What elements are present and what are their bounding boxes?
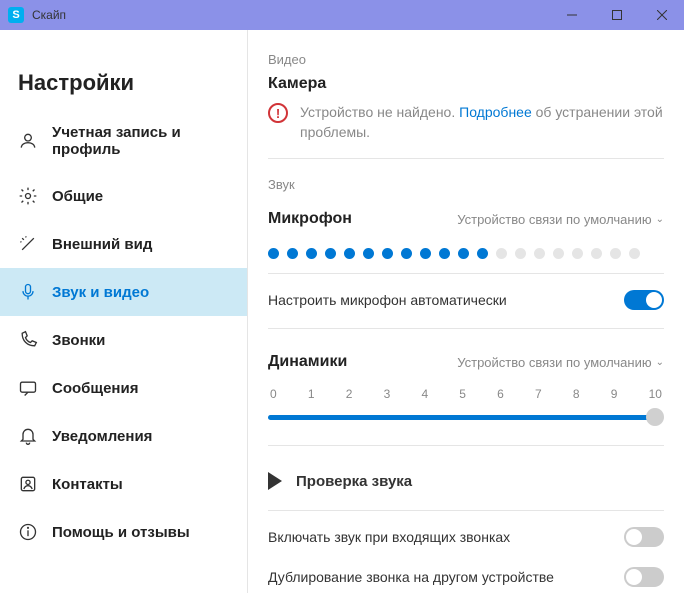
sidebar-item-help[interactable]: Помощь и отзывы [0, 508, 247, 556]
bell-icon [18, 426, 38, 446]
level-dot [363, 248, 374, 259]
main-content: Видео Камера ! Устройство не найдено. По… [248, 30, 684, 593]
speakers-device-select[interactable]: Устройство связи по умолчанию ⌄ [457, 355, 664, 370]
slider-tick: 10 [649, 387, 662, 401]
sidebar-item-calling[interactable]: Звонки [0, 316, 247, 364]
divider [268, 510, 664, 511]
level-dot [610, 248, 621, 259]
level-dot [534, 248, 545, 259]
level-dot [591, 248, 602, 259]
sidebar-item-label: Учетная запись и профиль [52, 124, 229, 158]
level-dot [477, 248, 488, 259]
error-text-pre: Устройство не найдено. [300, 104, 459, 120]
slider-tick: 6 [497, 387, 504, 401]
close-button[interactable] [639, 0, 684, 30]
camera-error-text: Устройство не найдено. Подробнее об устр… [300, 103, 664, 142]
speaker-volume-control: 0 1 2 3 4 5 6 7 8 9 10 [268, 381, 664, 446]
slider-tick: 3 [384, 387, 391, 401]
person-icon [18, 131, 38, 151]
sidebar-item-account[interactable]: Учетная запись и профиль [0, 110, 247, 172]
sidebar-item-messaging[interactable]: Сообщения [0, 364, 247, 412]
slider-tick: 8 [573, 387, 580, 401]
level-dot [306, 248, 317, 259]
level-dot [382, 248, 393, 259]
sidebar-item-general[interactable]: Общие [0, 172, 247, 220]
speaker-volume-slider[interactable] [268, 407, 664, 427]
level-dot [629, 248, 640, 259]
slider-tick: 4 [421, 387, 428, 401]
microphone-level-meter [268, 238, 664, 274]
sidebar-item-notifications[interactable]: Уведомления [0, 412, 247, 460]
window-title: Скайп [32, 8, 549, 22]
contacts-icon [18, 474, 38, 494]
level-dot [287, 248, 298, 259]
slider-tick: 7 [535, 387, 542, 401]
learn-more-link[interactable]: Подробнее [459, 104, 532, 120]
ring-other-device-toggle[interactable] [624, 567, 664, 587]
microphone-title: Микрофон [268, 210, 352, 228]
sidebar-item-label: Уведомления [52, 428, 152, 445]
level-dot [344, 248, 355, 259]
phone-icon [18, 330, 38, 350]
chevron-down-icon: ⌄ [656, 214, 664, 225]
level-dot [515, 248, 526, 259]
level-dot [458, 248, 469, 259]
sidebar-item-label: Звук и видео [52, 284, 149, 301]
level-dot [439, 248, 450, 259]
microphone-device-select[interactable]: Устройство связи по умолчанию ⌄ [457, 212, 664, 227]
ring-incoming-label: Включать звук при входящих звонках [268, 529, 510, 545]
auto-mic-toggle[interactable] [624, 290, 664, 310]
speakers-device-label: Устройство связи по умолчанию [457, 355, 651, 370]
chevron-down-icon: ⌄ [656, 357, 664, 368]
audio-section-label: Звук [268, 177, 664, 192]
play-icon [268, 472, 282, 490]
minimize-button[interactable] [549, 0, 594, 30]
test-audio-label: Проверка звука [296, 473, 412, 490]
test-audio-button[interactable]: Проверка звука [268, 458, 664, 504]
level-dot [401, 248, 412, 259]
microphone-device-label: Устройство связи по умолчанию [457, 212, 651, 227]
auto-mic-label: Настроить микрофон автоматически [268, 292, 507, 308]
slider-tick: 2 [346, 387, 353, 401]
slider-tick: 1 [308, 387, 315, 401]
sidebar-item-label: Звонки [52, 332, 105, 349]
slider-thumb[interactable] [646, 408, 664, 426]
level-dot [496, 248, 507, 259]
ring-incoming-toggle[interactable] [624, 527, 664, 547]
sidebar-item-label: Внешний вид [52, 236, 152, 253]
settings-heading: Настройки [0, 70, 247, 110]
video-section-label: Видео [268, 52, 664, 67]
chat-icon [18, 378, 38, 398]
level-dot [572, 248, 583, 259]
sidebar: Настройки Учетная запись и профиль Общие… [0, 30, 248, 593]
maximize-button[interactable] [594, 0, 639, 30]
slider-tick-labels: 0 1 2 3 4 5 6 7 8 9 10 [268, 387, 664, 401]
level-dot [325, 248, 336, 259]
camera-error: ! Устройство не найдено. Подробнее об ус… [268, 103, 664, 159]
camera-title: Камера [268, 75, 664, 93]
slider-tick: 9 [611, 387, 618, 401]
sidebar-item-appearance[interactable]: Внешний вид [0, 220, 247, 268]
gear-icon [18, 186, 38, 206]
level-dot [420, 248, 431, 259]
speakers-title: Динамики [268, 353, 347, 371]
level-dot [553, 248, 564, 259]
microphone-icon [18, 282, 38, 302]
sidebar-item-label: Помощь и отзывы [52, 524, 190, 541]
wand-icon [18, 234, 38, 254]
sidebar-item-label: Контакты [52, 476, 123, 493]
sidebar-item-contacts[interactable]: Контакты [0, 460, 247, 508]
slider-tick: 0 [270, 387, 277, 401]
ring-other-device-label: Дублирование звонка на другом устройстве [268, 569, 554, 585]
slider-tick: 5 [459, 387, 466, 401]
sidebar-item-audio-video[interactable]: Звук и видео [0, 268, 247, 316]
titlebar: S Скайп [0, 0, 684, 30]
skype-icon: S [8, 7, 24, 23]
info-icon [18, 522, 38, 542]
level-dot [268, 248, 279, 259]
alert-icon: ! [268, 103, 288, 123]
sidebar-item-label: Общие [52, 188, 103, 205]
sidebar-item-label: Сообщения [52, 380, 138, 397]
